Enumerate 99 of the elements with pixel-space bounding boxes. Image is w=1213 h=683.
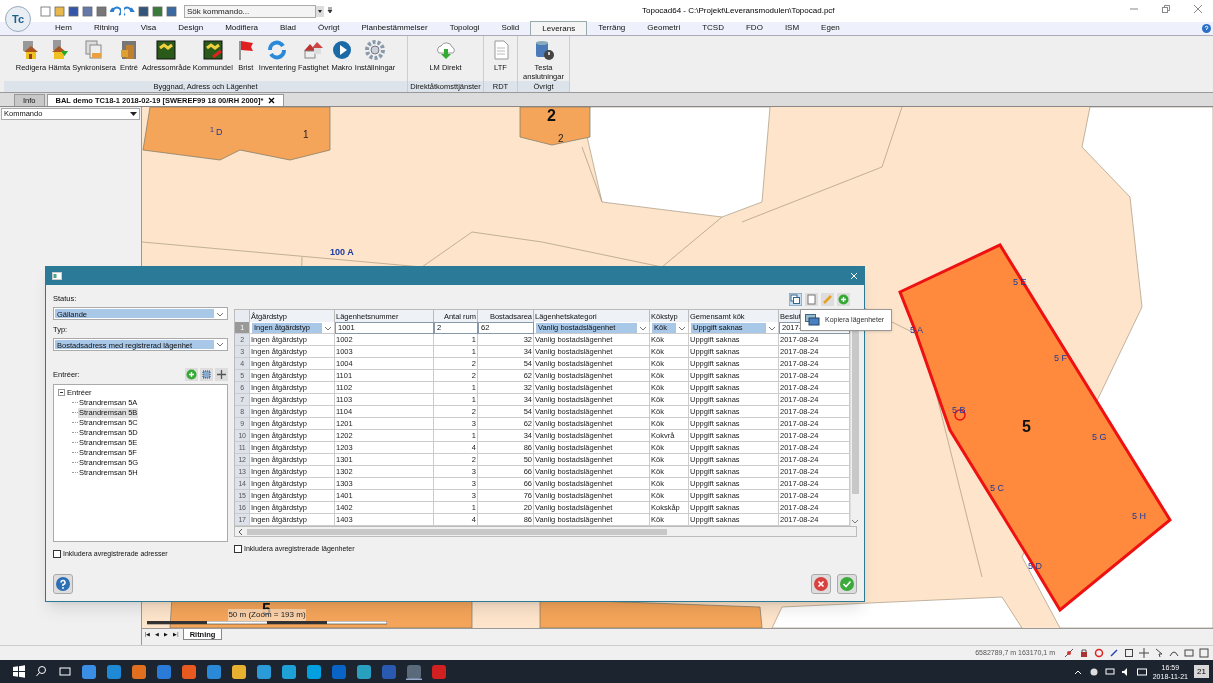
circle-icon[interactable] bbox=[1094, 648, 1104, 658]
parcel-number: 5 bbox=[1022, 418, 1031, 435]
checkmark-icon bbox=[840, 577, 854, 591]
cursor-icon[interactable] bbox=[1154, 648, 1164, 658]
point-label: 5 A bbox=[910, 325, 923, 335]
chevron-down-icon[interactable] bbox=[216, 341, 224, 347]
keyboard-icon[interactable] bbox=[1136, 666, 1147, 677]
redo-icon[interactable] bbox=[124, 5, 135, 17]
lock-icon[interactable] bbox=[1079, 648, 1089, 658]
expander-icon[interactable] bbox=[58, 389, 65, 396]
help-icon bbox=[56, 577, 70, 591]
app-icon[interactable] bbox=[306, 663, 322, 680]
ribbon-tab[interactable]: Leverans bbox=[530, 21, 588, 35]
search-icon[interactable] bbox=[35, 665, 49, 678]
app-icon[interactable] bbox=[231, 663, 247, 680]
chevron-down-icon[interactable] bbox=[216, 310, 224, 317]
ribbon-tab[interactable]: Terräng bbox=[587, 21, 637, 35]
customize-icon[interactable] bbox=[327, 7, 333, 15]
point-label: 5 B bbox=[952, 405, 966, 415]
browser-icon[interactable] bbox=[256, 663, 272, 680]
ribbon-tab[interactable]: Ritning bbox=[82, 21, 130, 35]
ribbon-tab[interactable]: FDO bbox=[735, 21, 774, 35]
map-tile-icon bbox=[201, 39, 224, 61]
close-icon bbox=[814, 577, 828, 591]
restore-icon[interactable] bbox=[1161, 4, 1171, 14]
ok-button[interactable] bbox=[837, 574, 857, 594]
settings-icon bbox=[364, 39, 387, 61]
close-icon[interactable] bbox=[268, 97, 276, 104]
ribbon-tab[interactable]: Visa bbox=[129, 21, 168, 35]
undo-icon[interactable] bbox=[110, 5, 121, 17]
dropdown-icon[interactable] bbox=[316, 5, 324, 17]
move-icon[interactable] bbox=[215, 367, 228, 381]
chevron-down-icon[interactable] bbox=[678, 324, 686, 331]
houses-icon bbox=[302, 39, 325, 61]
ribbon-tab[interactable]: Modifiera bbox=[214, 21, 270, 35]
help-icon[interactable] bbox=[1202, 24, 1211, 33]
cloud-download-icon bbox=[434, 39, 457, 61]
point-label: 5 C bbox=[990, 483, 1004, 493]
ribbon-tab[interactable]: Övrigt bbox=[307, 21, 351, 35]
point-label: 5 F bbox=[1054, 353, 1067, 363]
ribbon-tab[interactable]: ISM bbox=[773, 21, 811, 35]
square-icon[interactable] bbox=[1124, 648, 1134, 658]
play-icon bbox=[330, 39, 353, 61]
address-label: 100 A bbox=[330, 247, 354, 257]
checkbox[interactable] bbox=[53, 549, 61, 558]
point-label: 5 G bbox=[1092, 432, 1107, 442]
ribbon-tab[interactable]: Egen bbox=[810, 21, 851, 35]
start-icon[interactable] bbox=[12, 665, 26, 678]
ribbon-tab[interactable]: Hem bbox=[44, 21, 83, 35]
chevron-down-icon[interactable] bbox=[639, 324, 647, 331]
clipboard-icon[interactable] bbox=[805, 293, 818, 306]
cancel-button[interactable] bbox=[811, 574, 831, 594]
select-icon[interactable] bbox=[200, 367, 213, 381]
chevron-down-icon[interactable] bbox=[768, 324, 776, 331]
checkbox[interactable] bbox=[234, 545, 242, 554]
ribbon-tab[interactable]: Geometri bbox=[636, 21, 692, 35]
point-label: 5 D bbox=[1028, 561, 1042, 571]
app-icon[interactable] bbox=[131, 663, 147, 680]
curve-icon[interactable] bbox=[1169, 648, 1179, 658]
map-label: 2 bbox=[558, 133, 564, 144]
refresh-icon bbox=[266, 39, 289, 61]
window-title: Topocad64 - C:\Projekt\Leveransmodulen\Topocad.pcf bbox=[642, 5, 835, 17]
point-label: 5 H bbox=[1132, 511, 1146, 521]
task-view-icon[interactable] bbox=[58, 665, 72, 678]
app-icon[interactable] bbox=[356, 663, 372, 680]
copy-icon[interactable] bbox=[789, 293, 802, 306]
add-icon[interactable] bbox=[837, 293, 850, 306]
point-label: D bbox=[216, 127, 223, 137]
ribbon-tab[interactable]: Solid bbox=[490, 21, 531, 35]
chevron-down-icon[interactable] bbox=[851, 518, 859, 524]
app-icon[interactable] bbox=[106, 663, 122, 680]
ribbon-tab[interactable]: Design bbox=[167, 21, 215, 35]
ribbon-tab[interactable]: Topologi bbox=[438, 21, 491, 35]
snap-icon[interactable] bbox=[1064, 648, 1074, 658]
help-button[interactable] bbox=[53, 574, 73, 594]
map-label: 1 bbox=[303, 129, 309, 140]
app-icon[interactable] bbox=[181, 663, 197, 680]
notification-count[interactable]: 21 bbox=[1194, 665, 1209, 678]
chevron-left-icon[interactable] bbox=[237, 527, 245, 536]
app-icon[interactable] bbox=[281, 663, 297, 680]
crosshair-icon[interactable] bbox=[1139, 648, 1149, 658]
browser-icon[interactable] bbox=[156, 663, 172, 680]
parcel-number: 2 bbox=[547, 107, 556, 124]
point-marker bbox=[954, 409, 966, 421]
app-icon[interactable] bbox=[81, 663, 97, 680]
copy-icon bbox=[805, 314, 820, 326]
ribbon-tab[interactable]: TCSD bbox=[691, 21, 735, 35]
point-label: 5 E bbox=[1013, 277, 1027, 287]
add-icon[interactable] bbox=[185, 367, 198, 381]
dropdown-icon[interactable] bbox=[130, 111, 137, 117]
app-logo[interactable]: Tc bbox=[5, 6, 31, 32]
app-icon[interactable] bbox=[206, 663, 222, 680]
app-icon[interactable] bbox=[406, 663, 422, 680]
chevron-down-icon[interactable] bbox=[324, 324, 332, 331]
map-tile-icon bbox=[155, 39, 178, 61]
ribbon-tab[interactable]: Planbestämmelser bbox=[350, 21, 439, 35]
scrollbar-thumb[interactable] bbox=[247, 528, 667, 535]
command-search-field[interactable]: Sök kommando... bbox=[184, 4, 316, 18]
ribbon-tab[interactable]: Blad bbox=[269, 21, 308, 35]
